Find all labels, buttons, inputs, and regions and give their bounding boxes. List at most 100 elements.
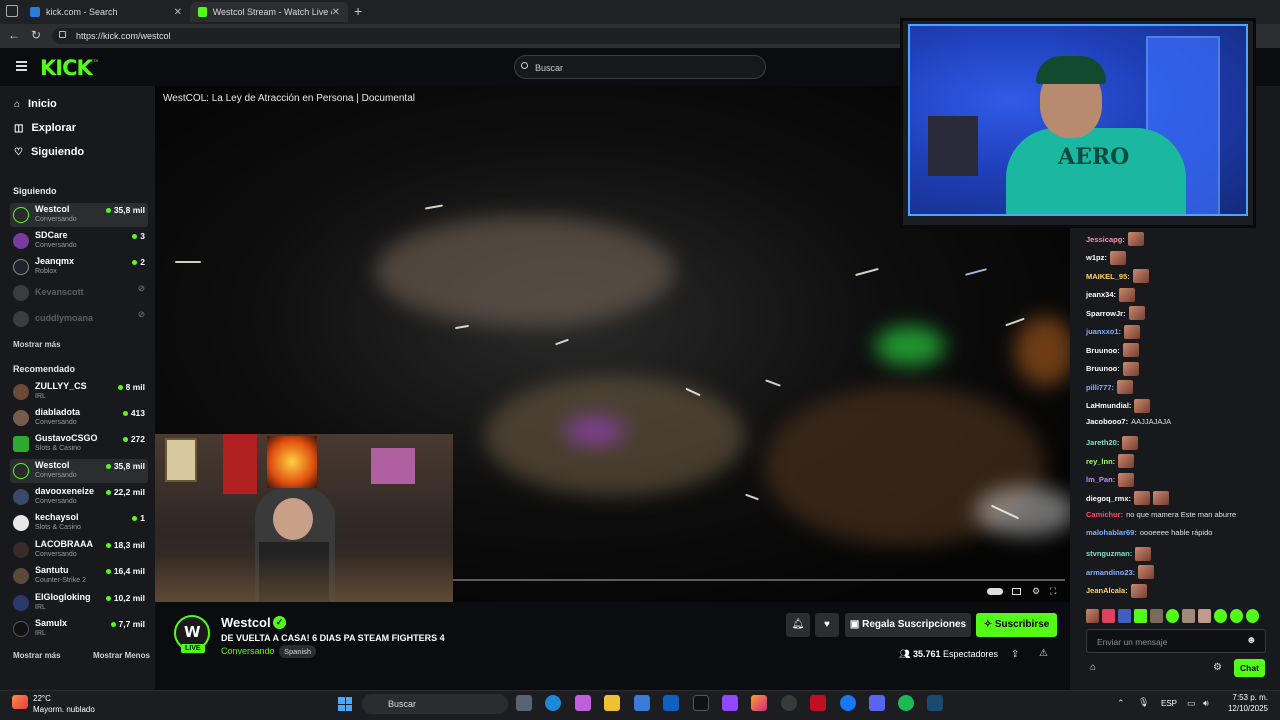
copilot-icon[interactable] (575, 695, 591, 711)
sidebar-channel-elglogloking[interactable]: ElGlogloking IRL 10,2 mil (10, 591, 148, 615)
sidebar-channel-sdcare[interactable]: SDCare Conversando 3 (10, 229, 148, 253)
chat-username[interactable]: Jareth20: (1086, 438, 1119, 447)
stream-category[interactable]: Conversando (221, 646, 275, 656)
chat-username[interactable]: armandino23: (1086, 568, 1135, 577)
show-more-recommended[interactable]: Mostrar más (13, 651, 61, 660)
video-progress-bar[interactable] (453, 579, 1065, 581)
theater-mode-icon[interactable] (1012, 588, 1021, 595)
emote-icon[interactable] (1118, 609, 1131, 623)
nav-inicio[interactable]: ⌂ Inicio (14, 98, 57, 110)
streamer-name[interactable]: Westcol (221, 615, 271, 630)
sidebar-channel-lacobraaa[interactable]: LACOBRAAA Conversando 18,3 mil (10, 538, 148, 562)
chat-send-button[interactable]: Chat (1234, 659, 1265, 677)
emote-icon[interactable] (1214, 609, 1227, 623)
nav-explorar[interactable]: ◫ Explorar (14, 122, 76, 134)
chat-username[interactable]: stvnguzman: (1086, 549, 1132, 558)
emote-icon[interactable] (1102, 609, 1115, 623)
instagram-icon[interactable] (751, 695, 767, 711)
new-tab-icon[interactable]: + (354, 3, 362, 19)
close-icon[interactable]: ✕ (332, 7, 340, 18)
chat-username[interactable]: lm_Pan: (1086, 475, 1115, 484)
sidebar-channel-samulx[interactable]: Samulx IRL 7,7 mil (10, 617, 148, 641)
toggle-icon[interactable] (987, 588, 1003, 595)
weather-widget[interactable]: 22°C Mayorm. nublado (33, 693, 95, 715)
chat-settings-icon[interactable]: ⚙ (1213, 662, 1222, 673)
chat-username[interactable]: SparrowJr: (1086, 309, 1126, 318)
volume-icon[interactable]: 🔊︎ (1203, 698, 1209, 709)
chat-input[interactable]: Enviar un mensaje (1086, 629, 1266, 653)
kick-logo[interactable]: KICK (40, 56, 93, 80)
chat-username[interactable]: pilli777: (1086, 383, 1114, 392)
twitch-icon[interactable] (722, 695, 738, 711)
chat-username[interactable]: rey_lnn: (1086, 457, 1115, 466)
chat-username[interactable]: jeanx34: (1086, 290, 1116, 299)
chat-username[interactable]: juanxxo1: (1086, 327, 1121, 336)
language-tag[interactable]: Spanish (279, 645, 317, 658)
tab-actions-icon[interactable] (6, 5, 18, 17)
emote-icon[interactable] (1182, 609, 1195, 623)
sidebar-channel-westcol[interactable]: Westcol Conversando 35,8 mil (10, 203, 148, 227)
emote-icon[interactable] (1198, 609, 1211, 623)
start-icon[interactable] (338, 697, 352, 711)
chat-username[interactable]: MAIKEL_95: (1086, 272, 1130, 281)
chat-username[interactable]: JeanAlcala: (1086, 586, 1128, 595)
browser-tab-westcol[interactable]: Westcol Stream - Watch Live on K ✕ (190, 2, 348, 22)
chevron-up-icon[interactable]: ⌃ (1117, 698, 1125, 709)
gift-subs-button[interactable]: ▣ Regala Suscripciones (845, 613, 971, 637)
show-less-recommended[interactable]: Mostrar Menos (93, 651, 150, 660)
sidebar-channel-gustavocsgo[interactable]: GustavoCSGO Slots & Casino 272 (10, 432, 148, 456)
nav-siguiendo[interactable]: ♡ Siguiendo (14, 146, 84, 158)
sidebar-channel-davooxeneize[interactable]: davooxeneize Conversando 22,2 mil (10, 485, 148, 509)
taskbar-search[interactable]: Buscar (362, 694, 508, 714)
subscribe-button[interactable]: ✧ Suscribirse (976, 613, 1057, 637)
store-icon[interactable] (634, 695, 650, 711)
emoji-icon[interactable]: ☻ (1246, 635, 1257, 646)
emote-icon[interactable] (1166, 609, 1179, 623)
reload-icon[interactable]: ↻ (31, 28, 41, 42)
task-view-icon[interactable] (516, 695, 532, 711)
chat-username[interactable]: diegoq_rmx: (1086, 494, 1131, 503)
chat-username[interactable]: Jacobooo7: (1086, 417, 1128, 426)
emote-icon[interactable] (1086, 609, 1099, 623)
folder-icon[interactable] (604, 695, 620, 711)
chat-username[interactable]: w1pz: (1086, 253, 1107, 262)
sidebar-channel-cuddlymoana[interactable]: cuddlymoana ⊘ (10, 307, 148, 331)
menu-icon[interactable] (16, 61, 27, 71)
emote-icon[interactable] (1150, 609, 1163, 623)
language-indicator[interactable]: ESP (1161, 699, 1177, 708)
network-icon[interactable]: ▭ (1187, 698, 1196, 709)
sidebar-channel-westcol-recommended[interactable]: Westcol Conversando 35,8 mil (10, 459, 148, 483)
emote-icon[interactable] (1134, 609, 1147, 623)
chat-username[interactable]: LaHmundial: (1086, 401, 1131, 410)
site-info-icon[interactable] (59, 31, 66, 38)
steam-icon[interactable] (781, 695, 797, 711)
report-icon[interactable]: ⚠ (1039, 648, 1048, 659)
microphone-icon[interactable]: 🎙︎ (1138, 697, 1149, 708)
fullscreen-icon[interactable]: ⛶ (1050, 586, 1056, 597)
clock[interactable]: 7:53 p. m. 12/10/2025 (1222, 692, 1268, 714)
facebook-icon[interactable] (840, 695, 856, 711)
close-icon[interactable]: ✕ (174, 7, 182, 18)
chat-username[interactable]: Camichur: (1086, 510, 1123, 519)
chat-username[interactable]: malohablar69: (1086, 528, 1137, 537)
notifications-button[interactable]: 🔔︎ (786, 613, 810, 637)
sidebar-channel-zullyy[interactable]: ZULLYY_CS IRL 8 mil (10, 380, 148, 404)
sidebar-channel-kevanscott[interactable]: Kevanscott ⊘ (10, 281, 148, 305)
chat-username[interactable]: Bruunoo: (1086, 364, 1120, 373)
spotify-icon[interactable] (898, 695, 914, 711)
search-input[interactable]: Buscar (514, 55, 766, 79)
chat-username[interactable]: Bruunoo: (1086, 346, 1120, 355)
chat-username[interactable]: Jessicapg: (1086, 235, 1125, 244)
share-icon[interactable]: ⇪ (1011, 649, 1019, 660)
netflix-icon[interactable] (810, 695, 826, 711)
edge-icon[interactable] (545, 695, 561, 711)
settings-icon[interactable]: ⚙ (1032, 586, 1040, 597)
store-icon[interactable]: ⌂ (1090, 662, 1096, 673)
sidebar-channel-diabladota[interactable]: diabladota Conversando 413 (10, 406, 148, 430)
follow-button[interactable]: ♥ (815, 613, 839, 637)
emote-icon[interactable] (1230, 609, 1243, 623)
sidebar-channel-kechaysol[interactable]: kechaysol Slots & Casino 1 (10, 511, 148, 535)
outlook-icon[interactable] (663, 695, 679, 711)
sidebar-channel-santutu[interactable]: Santutu Counter-Strike 2 16,4 mil (10, 564, 148, 588)
sidebar-channel-jeanqmx[interactable]: Jeanqmx Roblox 2 (10, 255, 148, 279)
